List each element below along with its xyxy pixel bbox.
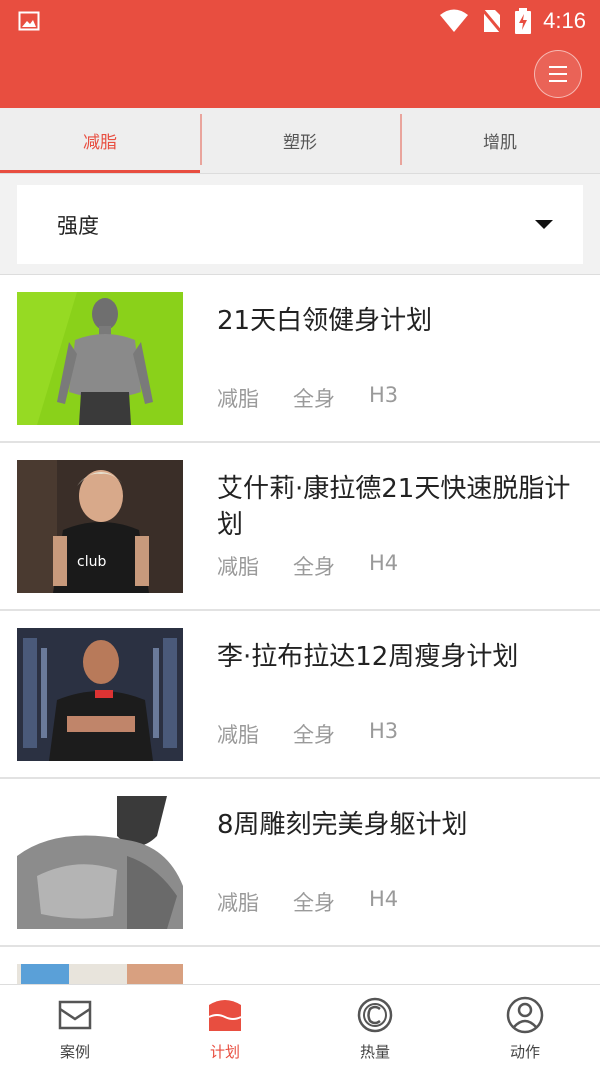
plan-title: 21天白领健身计划 — [217, 306, 433, 336]
tag-level: H4 — [369, 551, 399, 575]
plan-title: 李·拉布拉达12周瘦身计划 — [217, 642, 519, 672]
tab-shaping[interactable]: 塑形 — [200, 108, 400, 173]
plan-item[interactable]: club 艾什莉·康拉德21天快速脱脂计划 减脂 全身 H4 — [0, 443, 600, 611]
bottom-nav: 案例 计划 热量 动作 — [0, 984, 600, 1067]
tag-level: H4 — [369, 887, 399, 911]
tag-goal: 减脂 — [217, 387, 259, 411]
nav-cases[interactable]: 案例 — [0, 985, 150, 1067]
menu-button[interactable] — [534, 50, 582, 98]
plan-list: 21天白领健身计划 减脂 全身 H3 club 艾什莉·康拉德21天快速脱脂计划… — [0, 274, 600, 984]
user-icon — [506, 996, 544, 1034]
plan-tags: 减脂 全身 H3 — [217, 719, 398, 749]
tag-level: H3 — [369, 383, 399, 407]
filter-section: 强度 — [0, 174, 600, 274]
nav-exercises[interactable]: 动作 — [450, 985, 600, 1067]
plan-title: 8周雕刻完美身躯计划 — [217, 810, 468, 840]
plan-item[interactable]: 8周雕刻完美身躯计划 减脂 全身 H4 — [0, 779, 600, 947]
nav-calories[interactable]: 热量 — [300, 985, 450, 1067]
tab-fat-loss[interactable]: 减脂 — [0, 108, 200, 173]
calorie-icon — [357, 997, 393, 1033]
plan-thumbnail — [17, 796, 183, 929]
app-bar — [0, 42, 600, 108]
plan-item[interactable] — [0, 947, 600, 984]
plan-title: 艾什莉·康拉德21天快速脱脂计划 — [217, 474, 571, 540]
plan-thumbnail — [17, 292, 183, 425]
no-sim-icon — [481, 8, 504, 34]
dropdown-caret-icon — [535, 220, 553, 229]
plan-thumbnail — [17, 628, 183, 761]
status-time: 4:16 — [543, 8, 586, 33]
tag-goal: 减脂 — [217, 891, 259, 915]
svg-text:club: club — [77, 554, 106, 570]
tag-goal: 减脂 — [217, 723, 259, 747]
plan-tags: 减脂 全身 H4 — [217, 551, 398, 581]
battery-charging-icon — [515, 8, 532, 34]
inbox-icon — [58, 1000, 92, 1030]
tab-muscle-gain[interactable]: 增肌 — [400, 108, 600, 173]
plan-item[interactable]: 李·拉布拉达12周瘦身计划 减脂 全身 H3 — [0, 611, 600, 779]
plan-item[interactable]: 21天白领健身计划 减脂 全身 H3 — [0, 275, 600, 443]
category-tabs: 减脂 塑形 增肌 — [0, 108, 600, 174]
tag-goal: 减脂 — [217, 555, 259, 579]
nav-label: 计划 — [209, 1043, 240, 1061]
nav-label: 案例 — [59, 1043, 90, 1061]
nav-plans[interactable]: 计划 — [150, 985, 300, 1067]
tag-body-part: 全身 — [293, 723, 335, 747]
nav-label: 热量 — [359, 1043, 390, 1061]
tag-body-part: 全身 — [293, 555, 335, 579]
status-bar: 4:16 — [0, 0, 600, 42]
tag-body-part: 全身 — [293, 891, 335, 915]
wifi-icon — [440, 9, 469, 32]
menu-icon — [549, 66, 567, 82]
plan-tags: 减脂 全身 H4 — [217, 887, 398, 917]
nav-label: 动作 — [509, 1043, 540, 1061]
plan-thumbnail — [17, 964, 183, 984]
intensity-dropdown[interactable]: 强度 — [17, 185, 583, 264]
image-icon — [18, 11, 40, 31]
plan-tags: 减脂 全身 H3 — [217, 383, 398, 413]
tag-level: H3 — [369, 719, 399, 743]
plan-thumbnail: club — [17, 460, 183, 593]
intensity-label: 强度 — [57, 213, 99, 238]
tag-body-part: 全身 — [293, 387, 335, 411]
calendar-icon — [208, 1000, 242, 1031]
